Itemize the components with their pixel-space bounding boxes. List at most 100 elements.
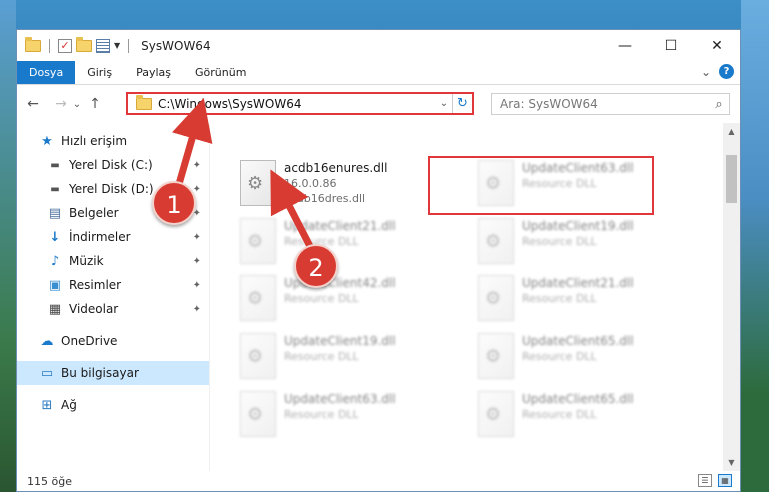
file-type: Resource DLL <box>284 292 359 305</box>
file-item[interactable]: UpdateClient42.dllResource DLL <box>232 271 452 327</box>
large-icons-view-icon[interactable]: ▦ <box>718 474 732 487</box>
tab-file[interactable]: Dosya <box>17 61 76 84</box>
address-dropdown-chevron-icon[interactable]: ⌄ <box>436 98 452 109</box>
pin-icon[interactable]: ✦ <box>193 160 201 171</box>
scroll-down-chevron-icon[interactable]: ▼ <box>723 454 740 471</box>
pin-icon[interactable]: ✦ <box>193 280 201 291</box>
pin-icon[interactable]: ✦ <box>193 232 201 243</box>
sidebar-item-label: Belgeler <box>69 206 119 220</box>
properties-icon[interactable] <box>96 38 110 53</box>
ribbon-right-controls: ⌄ ? <box>701 64 734 79</box>
file-item[interactable]: UpdateClient65.dll Resource DLL <box>470 329 690 385</box>
file-type: Resource DLL <box>522 408 597 421</box>
sidebar-item-label: Hızlı erişim <box>61 134 128 148</box>
sidebar-item-music[interactable]: ♪ Müzik ✦ <box>17 249 209 273</box>
view-toggle: ☰ ▦ <box>698 474 732 487</box>
sidebar-item-onedrive[interactable]: ☁ OneDrive <box>17 329 209 353</box>
dll-file-icon <box>240 333 276 379</box>
sidebar-item-pictures[interactable]: ▣ Resimler ✦ <box>17 273 209 297</box>
navigation-pane: ★ Hızlı erişim ▬ Yerel Disk (C:) ✦ ▬ Yer… <box>17 123 210 471</box>
help-icon[interactable]: ? <box>719 64 734 79</box>
sidebar-item-network[interactable]: ⊞ Ağ <box>17 393 209 417</box>
sidebar-item-downloads[interactable]: ↓ İndirmeler ✦ <box>17 225 209 249</box>
sidebar-item-quick-access[interactable]: ★ Hızlı erişim <box>17 129 209 153</box>
scroll-up-chevron-icon[interactable]: ▲ <box>723 123 740 140</box>
status-bar: 115 öğe ☰ ▦ <box>17 471 740 491</box>
search-icon[interactable]: ⌕ <box>709 97 729 112</box>
refresh-button[interactable]: ↻ <box>452 94 472 113</box>
file-item[interactable]: UpdateClient21.dll Resource DLL <box>232 214 452 270</box>
folder-icon <box>136 94 152 110</box>
sidebar-item-videos[interactable]: ▦ Videolar ✦ <box>17 297 209 321</box>
address-path[interactable]: C:\Windows\SysWOW64 <box>158 97 436 111</box>
star-icon: ★ <box>41 133 53 149</box>
sidebar-item-label: Resimler <box>69 278 122 292</box>
file-explorer-window: ✓ ▼ SysWOW64 — ☐ ✕ Dosya Giriş Paylaş Gö… <box>16 29 741 492</box>
pin-icon[interactable]: ✦ <box>193 304 201 315</box>
new-folder-icon[interactable] <box>76 36 92 52</box>
properties-check-icon[interactable]: ✓ <box>58 38 72 53</box>
search-input[interactable]: Ara: SysWOW64 <box>500 97 709 111</box>
maximize-button[interactable]: ☐ <box>648 30 694 61</box>
cloud-icon: ☁ <box>40 333 54 349</box>
tab-home[interactable]: Giriş <box>75 61 124 84</box>
file-list: acdb16enures.dll 16.0.0.86 acdb16dres.dl… <box>210 123 740 471</box>
file-item[interactable]: UpdateClient21.dll Resource DLL <box>470 271 690 327</box>
picture-icon: ▣ <box>48 277 62 293</box>
file-item[interactable]: UpdateClient19.dll Resource DLL <box>470 214 690 270</box>
item-count: 115 öğe <box>27 474 72 488</box>
dll-file-icon <box>478 218 514 264</box>
computer-icon: ▭ <box>40 365 54 381</box>
file-type: Resource DLL <box>284 235 359 248</box>
details-view-icon[interactable]: ☰ <box>698 474 712 487</box>
tab-share[interactable]: Paylaş <box>124 61 183 84</box>
close-button[interactable]: ✕ <box>694 30 740 61</box>
vertical-scrollbar[interactable]: ▲ ▼ <box>723 123 740 471</box>
minimize-button[interactable]: — <box>602 30 648 61</box>
sidebar-item-label: Yerel Disk (D:) <box>69 182 154 196</box>
up-button[interactable]: ↑ <box>85 96 105 112</box>
dll-file-icon <box>240 160 276 206</box>
file-version: 16.0.0.86 <box>284 177 337 190</box>
video-icon: ▦ <box>48 301 62 317</box>
forward-button[interactable]: → <box>51 96 71 112</box>
address-bar[interactable]: C:\Windows\SysWOW64 ⌄ ↻ <box>126 92 474 115</box>
dll-file-icon <box>478 333 514 379</box>
recent-locations-chevron-icon[interactable]: ⌄ <box>71 99 83 110</box>
file-type: Resource DLL <box>522 177 597 190</box>
drive-icon: ▬ <box>50 183 60 195</box>
sidebar-item-label: Müzik <box>69 254 104 268</box>
file-name: acdb16enures.dll <box>284 161 388 175</box>
file-item-acdb16enures[interactable]: acdb16enures.dll 16.0.0.86 acdb16dres.dl… <box>232 156 452 212</box>
sidebar-item-this-pc[interactable]: ▭ Bu bilgisayar <box>17 361 209 385</box>
file-name: UpdateClient63.dll <box>522 161 634 175</box>
dll-file-icon <box>240 275 276 321</box>
file-item[interactable]: UpdateClient63.dll Resource DLL <box>470 156 690 212</box>
sidebar-item-label: OneDrive <box>61 334 118 348</box>
search-box[interactable]: Ara: SysWOW64 ⌕ <box>491 93 730 115</box>
dll-file-icon <box>240 391 276 437</box>
file-item[interactable]: UpdateClient65.dll Resource DLL <box>470 387 690 443</box>
network-icon: ⊞ <box>41 397 53 413</box>
sidebar-item-local-disk-c[interactable]: ▬ Yerel Disk (C:) ✦ <box>17 153 209 177</box>
folder-icon[interactable] <box>25 36 41 52</box>
customize-toolbar-chevron-icon[interactable]: ▼ <box>114 41 120 50</box>
scrollbar-thumb[interactable] <box>726 155 737 203</box>
sidebar-item-label: Videolar <box>69 302 119 316</box>
file-name: UpdateClient21.dll <box>284 219 396 233</box>
tab-view[interactable]: Görünüm <box>183 61 258 84</box>
dll-file-icon <box>478 160 514 206</box>
file-name: UpdateClient19.dll <box>522 219 634 233</box>
back-button[interactable]: ← <box>23 96 43 112</box>
desktop-background-right <box>741 0 769 492</box>
pin-icon[interactable]: ✦ <box>193 256 201 267</box>
file-item[interactable]: UpdateClient63.dll Resource DLL <box>232 387 452 443</box>
ribbon-tabs: Dosya Giriş Paylaş Görünüm ⌄ ? <box>17 61 740 85</box>
ribbon-expand-chevron-icon[interactable]: ⌄ <box>701 65 711 79</box>
file-type: Resource DLL <box>284 408 359 421</box>
music-icon: ♪ <box>50 253 60 269</box>
file-item[interactable]: UpdateClient19.dll Resource DLL <box>232 329 452 385</box>
